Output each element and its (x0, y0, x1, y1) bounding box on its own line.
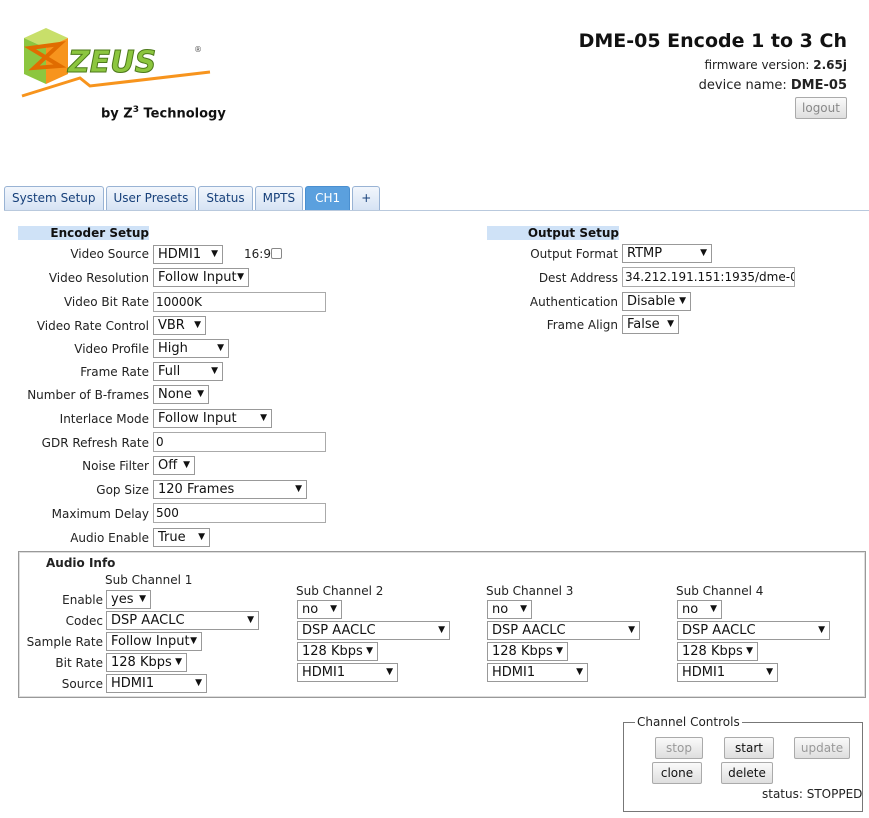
sub-channel-4-source-select[interactable]: HDMI1 ▼ (677, 663, 778, 682)
channel-status: status: STOPPED (762, 787, 863, 801)
video-source-label: Video Source (70, 247, 149, 261)
logout-button[interactable]: logout (795, 97, 847, 119)
tab-divider (4, 210, 869, 211)
sub-channel-2-bit-rate-select[interactable]: 128 Kbps ▼ (297, 642, 378, 661)
video-source-select[interactable]: HDMI1 ▼ (153, 245, 223, 264)
sub-channel-1-sample-rate-select[interactable]: Follow Input ▼ (106, 632, 202, 651)
sub-channel-3-enable-select[interactable]: no ▼ (487, 600, 532, 619)
frame-rate-select[interactable]: Full ▼ (153, 362, 223, 381)
audio-enable-select[interactable]: True ▼ (153, 528, 210, 547)
svg-text:®: ® (194, 45, 202, 54)
stop-button[interactable]: stop (655, 737, 703, 759)
sub-channel-4-codec-select[interactable]: DSP AACLC ▼ (677, 621, 830, 640)
video-rate-control-select[interactable]: VBR ▼ (153, 316, 206, 335)
output-format-select[interactable]: RTMP ▼ (622, 244, 712, 263)
frame-align-select[interactable]: False ▼ (622, 315, 679, 334)
svg-text:ZEUS: ZEUS (67, 45, 156, 80)
sub-channel-3-title: Sub Channel 3 (486, 584, 574, 598)
gop-size-select[interactable]: 120 Frames ▼ (153, 480, 307, 499)
interlace-mode-select[interactable]: Follow Input ▼ (153, 409, 272, 428)
source-label: Source (61, 677, 103, 691)
sub-channel-1-bit-rate-select[interactable]: 128 Kbps ▼ (106, 653, 187, 672)
maximum-delay-label: Maximum Delay (51, 507, 149, 521)
video-rate-control-label: Video Rate Control (36, 319, 149, 333)
firmware-version: firmware version: 2.65j (704, 58, 847, 72)
update-button[interactable]: update (794, 737, 850, 759)
b-frames-label: Number of B-frames (27, 388, 149, 402)
tab-system-setup[interactable]: System Setup (4, 186, 104, 210)
tab-bar: System Setup User Presets Status MPTS CH… (4, 186, 381, 211)
tab-mpts[interactable]: MPTS (254, 186, 304, 210)
gdr-refresh-rate-input[interactable]: 0 (153, 432, 326, 452)
sub-channel-2-codec-select[interactable]: DSP AACLC ▼ (297, 621, 450, 640)
audio-info-title: Audio Info (46, 556, 116, 570)
noise-filter-label: Noise Filter (82, 459, 149, 473)
dest-address-input[interactable]: 34.212.191.151:1935/dme-0 (622, 267, 795, 287)
start-button[interactable]: start (724, 737, 774, 759)
device-name: device name: DME-05 (698, 78, 847, 93)
sub-channel-1-codec-select[interactable]: DSP AACLC ▼ (106, 611, 259, 630)
gdr-refresh-rate-label: GDR Refresh Rate (41, 436, 149, 450)
sub-channel-2-enable-select[interactable]: no ▼ (297, 600, 342, 619)
tab-user-presets[interactable]: User Presets (105, 186, 197, 210)
sub-channel-1-source-select[interactable]: HDMI1 ▼ (106, 674, 207, 693)
aspect-16-9-checkbox[interactable] (271, 248, 282, 259)
sample-rate-label: Sample Rate (26, 635, 103, 649)
maximum-delay-input[interactable]: 500 (153, 503, 326, 523)
sub-channel-4-enable-select[interactable]: no ▼ (677, 600, 722, 619)
byline: by Z3 Technology (101, 105, 226, 122)
video-bit-rate-input[interactable]: 10000K (153, 292, 326, 312)
sub-channel-2-title: Sub Channel 2 (296, 584, 384, 598)
tab-ch1[interactable]: CH1 (305, 186, 351, 210)
codec-label: Codec (65, 614, 103, 628)
noise-filter-select[interactable]: Off ▼ (153, 456, 195, 475)
dest-address-label: Dest Address (538, 271, 618, 285)
page-title: DME-05 Encode 1 to 3 Ch (578, 30, 847, 52)
sub-channel-3-source-select[interactable]: HDMI1 ▼ (487, 663, 588, 682)
tab-add-channel[interactable]: + (352, 186, 381, 210)
channel-controls-title: Channel Controls (635, 715, 742, 729)
clone-button[interactable]: clone (652, 762, 702, 784)
sub-channel-4-bit-rate-select[interactable]: 128 Kbps ▼ (677, 642, 758, 661)
b-frames-select[interactable]: None ▼ (153, 385, 209, 404)
sub-channel-3-bit-rate-select[interactable]: 128 Kbps ▼ (487, 642, 568, 661)
gop-size-label: Gop Size (96, 483, 149, 497)
video-profile-select[interactable]: High ▼ (153, 339, 229, 358)
authentication-label: Authentication (529, 295, 618, 309)
sub-channel-2-source-select[interactable]: HDMI1 ▼ (297, 663, 398, 682)
encoder-setup-header: Encoder Setup (18, 226, 149, 240)
interlace-mode-label: Interlace Mode (59, 412, 149, 426)
sub-channel-4-title: Sub Channel 4 (676, 584, 764, 598)
sub-channel-3-codec-select[interactable]: DSP AACLC ▼ (487, 621, 640, 640)
output-setup-header: Output Setup (487, 226, 619, 240)
video-resolution-select[interactable]: Follow Input ▼ (153, 268, 249, 287)
bit-rate-label: Bit Rate (55, 656, 103, 670)
video-resolution-label: Video Resolution (48, 271, 149, 285)
sub-channel-1-enable-select[interactable]: yes ▼ (106, 590, 151, 609)
aspect-16-9-label: 16:9 (244, 247, 271, 261)
sub-channel-1-title: Sub Channel 1 (105, 573, 193, 587)
video-profile-label: Video Profile (74, 342, 149, 356)
frame-align-label: Frame Align (546, 318, 618, 332)
enable-label: Enable (62, 593, 103, 607)
video-bit-rate-label: Video Bit Rate (63, 295, 149, 309)
output-format-label: Output Format (530, 247, 618, 261)
delete-button[interactable]: delete (721, 762, 773, 784)
frame-rate-label: Frame Rate (80, 365, 149, 379)
audio-enable-label: Audio Enable (70, 531, 149, 545)
authentication-select[interactable]: Disable ▼ (622, 292, 691, 311)
tab-status[interactable]: Status (198, 186, 253, 210)
